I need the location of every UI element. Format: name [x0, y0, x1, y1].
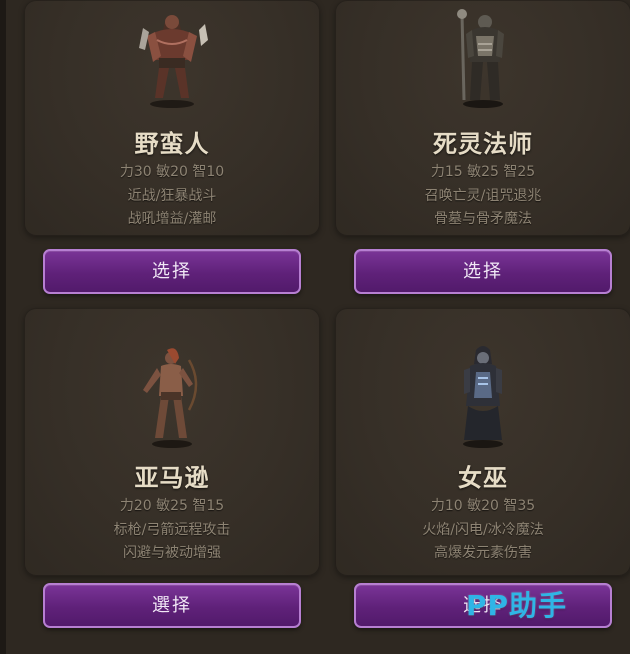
character-card-amazon: 亚马逊 力20 敏25 智15 标枪/弓箭远程攻击 闪避与被动增强 [24, 308, 320, 576]
character-trait-2: 骨墓与骨矛魔法 [434, 211, 532, 227]
character-trait-2: 高爆发元素伤害 [434, 545, 532, 561]
select-amazon-button[interactable]: 選择 [43, 583, 301, 628]
character-trait-1: 召唤亡灵/诅咒退兆 [424, 188, 542, 204]
barbarian-portrait-icon [139, 15, 208, 108]
character-name: 亚马逊 [134, 464, 210, 492]
select-necromancer-button[interactable]: 选择 [354, 249, 612, 294]
character-trait-1: 火焰/闪电/冰冷魔法 [422, 522, 544, 538]
character-card-sorceress: 女巫 力10 敏20 智35 火焰/闪电/冰冷魔法 高爆发元素伤害 [335, 308, 630, 576]
select-barbarian-button[interactable]: 选择 [43, 249, 301, 294]
character-name: 野蛮人 [134, 130, 210, 158]
character-stats: 力20 敏25 智15 [119, 498, 225, 514]
character-card-necromancer: 死灵法师 力15 敏25 智25 召唤亡灵/诅咒退兆 骨墓与骨矛魔法 [335, 0, 630, 236]
character-stats: 力15 敏25 智25 [430, 164, 536, 180]
character-card-barbarian: 野蛮人 力30 敏20 智10 近战/狂暴战斗 战吼增益/灌邮 [24, 0, 320, 236]
character-name: 死灵法师 [433, 130, 533, 158]
character-stats: 力30 敏20 智10 [119, 164, 225, 180]
amazon-portrait-icon [143, 348, 198, 448]
character-trait-1: 近战/狂暴战斗 [127, 188, 217, 204]
character-trait-2: 闪避与被动增强 [123, 545, 221, 561]
sorceress-portrait-icon [463, 346, 503, 448]
background-edge [0, 0, 6, 654]
character-name: 女巫 [458, 464, 508, 492]
character-stats: 力10 敏20 智35 [430, 498, 536, 514]
watermark-label: PP助手 [466, 589, 568, 622]
character-trait-1: 标枪/弓箭远程攻击 [113, 522, 231, 538]
necromancer-portrait-icon [457, 9, 504, 108]
character-trait-2: 战吼增益/灌邮 [127, 211, 217, 227]
